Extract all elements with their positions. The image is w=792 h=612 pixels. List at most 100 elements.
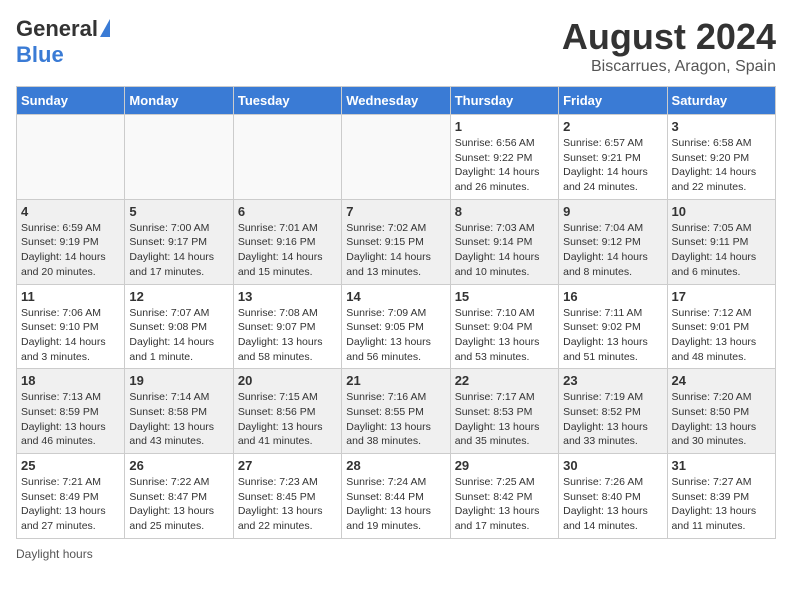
calendar-cell: 16Sunrise: 7:11 AMSunset: 9:02 PMDayligh… <box>559 284 667 369</box>
day-info: Sunrise: 7:20 AMSunset: 8:50 PMDaylight:… <box>672 390 771 449</box>
day-number: 28 <box>346 458 445 473</box>
day-info: Sunrise: 7:26 AMSunset: 8:40 PMDaylight:… <box>563 475 662 534</box>
day-info: Sunrise: 7:12 AMSunset: 9:01 PMDaylight:… <box>672 306 771 365</box>
calendar-cell: 28 Sunrise: 7:24 AMSunset: 8:44 PMDayligh… <box>342 454 450 539</box>
calendar-title: August 2024 <box>562 16 776 58</box>
day-info: Sunrise: 6:57 AMSunset: 9:21 PMDaylight:… <box>563 136 662 195</box>
day-number: 22 <box>455 373 554 388</box>
day-info: Sunrise: 7:01 AMSunset: 9:16 PMDaylight:… <box>238 221 337 280</box>
calendar-cell: 10 Sunrise: 7:05 AMSunset: 9:11 PMDayligh… <box>667 199 775 284</box>
day-number: 2 <box>563 119 662 134</box>
calendar-week-row: 1 Sunrise: 6:56 AMSunset: 9:22 PMDaylight… <box>17 115 776 200</box>
calendar-cell: 26 Sunrise: 7:22 AMSunset: 8:47 PMDayligh… <box>125 454 233 539</box>
day-info: Sunrise: 7:23 AMSunset: 8:45 PMDaylight:… <box>238 475 337 534</box>
calendar-cell: 8 Sunrise: 7:03 AMSunset: 9:14 PMDaylight… <box>450 199 558 284</box>
day-number: 25 <box>21 458 120 473</box>
daylight-label: Daylight hours <box>16 547 93 561</box>
calendar-day-header: Wednesday <box>342 87 450 115</box>
day-info: Sunrise: 7:24 AMSunset: 8:44 PMDaylight:… <box>346 475 445 534</box>
day-number: 5 <box>129 204 228 219</box>
calendar-cell: 15 Sunrise: 7:10 AMSunset: 9:04 PMDayligh… <box>450 284 558 369</box>
day-number: 21 <box>346 373 445 388</box>
day-info: Sunrise: 7:17 AMSunset: 8:53 PMDaylight:… <box>455 390 554 449</box>
day-info: Sunrise: 7:00 AMSunset: 9:17 PMDaylight:… <box>129 221 228 280</box>
calendar-cell: 17 Sunrise: 7:12 AMSunset: 9:01 PMDayligh… <box>667 284 775 369</box>
day-number: 18 <box>21 373 120 388</box>
day-number: 14 <box>346 289 445 304</box>
calendar-week-row: 25Sunrise: 7:21 AMSunset: 8:49 PMDayligh… <box>17 454 776 539</box>
day-number: 7 <box>346 204 445 219</box>
calendar-cell: 1 Sunrise: 6:56 AMSunset: 9:22 PMDaylight… <box>450 115 558 200</box>
calendar-cell: 9 Sunrise: 7:04 AMSunset: 9:12 PMDaylight… <box>559 199 667 284</box>
calendar-cell: 20 Sunrise: 7:15 AMSunset: 8:56 PMDayligh… <box>233 369 341 454</box>
calendar-cell: 24 Sunrise: 7:20 AMSunset: 8:50 PMDayligh… <box>667 369 775 454</box>
calendar-subtitle: Biscarrues, Aragon, Spain <box>562 58 776 76</box>
calendar-cell: 2 Sunrise: 6:57 AMSunset: 9:21 PMDaylight… <box>559 115 667 200</box>
calendar-cell <box>342 115 450 200</box>
calendar-cell <box>17 115 125 200</box>
day-number: 12 <box>129 289 228 304</box>
calendar-cell: 6 Sunrise: 7:01 AMSunset: 9:16 PMDaylight… <box>233 199 341 284</box>
day-number: 15 <box>455 289 554 304</box>
day-info: Sunrise: 7:19 AMSunset: 8:52 PMDaylight:… <box>563 390 662 449</box>
day-info: Sunrise: 7:02 AMSunset: 9:15 PMDaylight:… <box>346 221 445 280</box>
day-number: 13 <box>238 289 337 304</box>
day-number: 26 <box>129 458 228 473</box>
calendar-table: SundayMondayTuesdayWednesdayThursdayFrid… <box>16 86 776 539</box>
day-number: 23 <box>563 373 662 388</box>
calendar-day-header: Friday <box>559 87 667 115</box>
calendar-week-row: 18 Sunrise: 7:13 AMSunset: 8:59 PMDayligh… <box>17 369 776 454</box>
day-info: Sunrise: 6:59 AMSunset: 9:19 PMDaylight:… <box>21 221 120 280</box>
day-number: 20 <box>238 373 337 388</box>
calendar-cell: 29 Sunrise: 7:25 AMSunset: 8:42 PMDayligh… <box>450 454 558 539</box>
day-number: 19 <box>129 373 228 388</box>
footer: Daylight hours <box>16 547 776 561</box>
calendar-day-header: Monday <box>125 87 233 115</box>
calendar-cell: 30 Sunrise: 7:26 AMSunset: 8:40 PMDayligh… <box>559 454 667 539</box>
logo-blue: Blue <box>16 42 64 67</box>
day-info: Sunrise: 6:58 AMSunset: 9:20 PMDaylight:… <box>672 136 771 195</box>
day-info: Sunrise: 7:07 AMSunset: 9:08 PMDaylight:… <box>129 306 228 365</box>
calendar-cell: 25Sunrise: 7:21 AMSunset: 8:49 PMDayligh… <box>17 454 125 539</box>
calendar-cell: 11Sunrise: 7:06 AMSunset: 9:10 PMDayligh… <box>17 284 125 369</box>
day-number: 11 <box>21 289 120 304</box>
day-info: Sunrise: 7:04 AMSunset: 9:12 PMDaylight:… <box>563 221 662 280</box>
day-info: Sunrise: 7:09 AMSunset: 9:05 PMDaylight:… <box>346 306 445 365</box>
calendar-cell: 14 Sunrise: 7:09 AMSunset: 9:05 PMDayligh… <box>342 284 450 369</box>
logo-arrow-icon <box>100 19 110 37</box>
calendar-day-header: Saturday <box>667 87 775 115</box>
calendar-day-header: Sunday <box>17 87 125 115</box>
day-number: 6 <box>238 204 337 219</box>
day-number: 30 <box>563 458 662 473</box>
calendar-cell: 4Sunrise: 6:59 AMSunset: 9:19 PMDaylight… <box>17 199 125 284</box>
day-info: Sunrise: 7:08 AMSunset: 9:07 PMDaylight:… <box>238 306 337 365</box>
calendar-cell: 5 Sunrise: 7:00 AMSunset: 9:17 PMDaylight… <box>125 199 233 284</box>
day-info: Sunrise: 7:22 AMSunset: 8:47 PMDaylight:… <box>129 475 228 534</box>
calendar-header-row: SundayMondayTuesdayWednesdayThursdayFrid… <box>17 87 776 115</box>
calendar-cell: 18 Sunrise: 7:13 AMSunset: 8:59 PMDayligh… <box>17 369 125 454</box>
calendar-cell: 31Sunrise: 7:27 AMSunset: 8:39 PMDayligh… <box>667 454 775 539</box>
day-info: Sunrise: 7:16 AMSunset: 8:55 PMDaylight:… <box>346 390 445 449</box>
calendar-cell: 19Sunrise: 7:14 AMSunset: 8:58 PMDayligh… <box>125 369 233 454</box>
day-number: 17 <box>672 289 771 304</box>
day-info: Sunrise: 7:13 AMSunset: 8:59 PMDaylight:… <box>21 390 120 449</box>
day-info: Sunrise: 7:15 AMSunset: 8:56 PMDaylight:… <box>238 390 337 449</box>
calendar-day-header: Thursday <box>450 87 558 115</box>
day-info: Sunrise: 6:56 AMSunset: 9:22 PMDaylight:… <box>455 136 554 195</box>
day-number: 10 <box>672 204 771 219</box>
day-number: 1 <box>455 119 554 134</box>
day-info: Sunrise: 7:05 AMSunset: 9:11 PMDaylight:… <box>672 221 771 280</box>
day-info: Sunrise: 7:03 AMSunset: 9:14 PMDaylight:… <box>455 221 554 280</box>
day-number: 8 <box>455 204 554 219</box>
day-number: 9 <box>563 204 662 219</box>
day-info: Sunrise: 7:27 AMSunset: 8:39 PMDaylight:… <box>672 475 771 534</box>
day-number: 24 <box>672 373 771 388</box>
day-info: Sunrise: 7:25 AMSunset: 8:42 PMDaylight:… <box>455 475 554 534</box>
day-number: 29 <box>455 458 554 473</box>
logo: General Blue <box>16 16 110 68</box>
calendar-cell: 7 Sunrise: 7:02 AMSunset: 9:15 PMDaylight… <box>342 199 450 284</box>
calendar-cell <box>125 115 233 200</box>
calendar-cell: 3Sunrise: 6:58 AMSunset: 9:20 PMDaylight… <box>667 115 775 200</box>
day-info: Sunrise: 7:10 AMSunset: 9:04 PMDaylight:… <box>455 306 554 365</box>
calendar-cell: 12 Sunrise: 7:07 AMSunset: 9:08 PMDayligh… <box>125 284 233 369</box>
